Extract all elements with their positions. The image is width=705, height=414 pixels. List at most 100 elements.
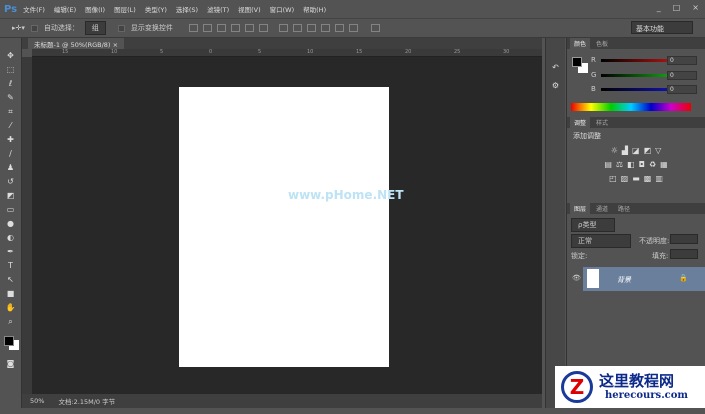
auto-align-icon[interactable] [370,24,380,32]
pen-tool-icon[interactable]: ✒ [4,246,18,258]
distribute-bottom-icon[interactable] [306,24,316,32]
menu-file[interactable]: 文件(F) [23,4,45,14]
history-brush-tool-icon[interactable]: ↺ [4,176,18,188]
menu-help[interactable]: 帮助(H) [303,4,326,14]
hue-saturation-icon[interactable]: ▤ [604,160,612,169]
quick-mask-icon[interactable]: ◙ [4,358,18,370]
visibility-eye-icon[interactable]: 👁 [572,274,581,282]
red-value[interactable]: 0 [667,56,697,65]
hand-tool-icon[interactable]: ✋ [4,302,18,314]
auto-select-checkbox[interactable] [30,24,38,32]
vibrance-icon[interactable]: ▽ [655,146,661,155]
channel-b-label: B [591,85,596,93]
color-spectrum[interactable] [571,103,691,111]
menu-window[interactable]: 窗口(W) [270,4,295,14]
fill-input[interactable] [670,249,698,259]
blur-tool-icon[interactable]: ● [4,218,18,230]
close-tab-icon[interactable]: × [113,41,118,49]
document-canvas[interactable] [179,87,389,367]
gradient-tool-icon[interactable]: ▭ [4,204,18,216]
menu-type[interactable]: 类型(Y) [145,4,167,14]
color-swatches[interactable] [0,334,21,352]
selective-color-icon[interactable]: ▥ [655,174,663,183]
properties-panel-icon[interactable]: ⚙ [549,80,563,92]
invert-icon[interactable]: ◰ [609,174,617,183]
opacity-input[interactable] [670,234,698,244]
distribute-vcenter-icon[interactable] [292,24,302,32]
dodge-tool-icon[interactable]: ◐ [4,232,18,244]
blue-value[interactable]: 0 [667,85,697,94]
tab-layers[interactable]: 图层 [570,203,591,214]
auto-select-dropdown[interactable]: 组 [84,21,106,35]
black-white-icon[interactable]: ◧ [627,160,635,169]
show-transform-checkbox[interactable] [117,24,125,32]
document-tab[interactable]: 未标题-1 @ 50%(RGB/8) × [28,38,125,49]
threshold-icon[interactable]: ▬ [632,174,640,183]
quick-select-tool-icon[interactable]: ✎ [4,92,18,104]
tab-adjustments[interactable]: 调整 [570,117,591,128]
close-button[interactable]: × [692,3,699,12]
gradient-map-icon[interactable]: ▩ [644,174,652,183]
menu-filter[interactable]: 滤镜(T) [207,4,229,14]
eyedropper-tool-icon[interactable]: ⁄ [4,120,18,132]
type-tool-icon[interactable]: T [4,260,18,272]
blend-mode-dropdown[interactable]: 正常 [571,234,631,248]
posterize-icon[interactable]: ▨ [621,174,629,183]
workspace-dropdown[interactable]: 基本功能 [631,21,693,34]
align-vcenter-icon[interactable] [202,24,212,32]
healing-brush-tool-icon[interactable]: ✚ [4,134,18,146]
menu-image[interactable]: 图像(I) [85,4,105,14]
foreground-swatch[interactable] [572,57,582,67]
distribute-left-icon[interactable] [320,24,330,32]
move-tool-icon[interactable]: ✥ [4,50,18,62]
shape-tool-icon[interactable]: ■ [4,288,18,300]
green-value[interactable]: 0 [667,71,697,80]
marquee-tool-icon[interactable]: ⬚ [4,64,18,76]
adjust-panel-tabs: 调整 样式 [567,117,705,128]
maximize-button[interactable]: □ [673,3,681,12]
menu-layer[interactable]: 图层(L) [114,4,136,14]
tab-color[interactable]: 颜色 [570,38,591,49]
align-left-icon[interactable] [230,24,240,32]
brush-tool-icon[interactable]: ∕ [4,148,18,160]
align-hcenter-icon[interactable] [244,24,254,32]
distribute-top-icon[interactable] [278,24,288,32]
color-balance-icon[interactable]: ⚖ [616,160,623,169]
photoshop-logo: Ps [4,3,18,15]
tab-swatches[interactable]: 色板 [592,38,612,49]
color-lookup-icon[interactable]: ▦ [660,160,668,169]
path-select-tool-icon[interactable]: ↖ [4,274,18,286]
layer-row-background[interactable]: 👁 背景 🔒 [567,266,705,292]
menu-select[interactable]: 选择(S) [176,4,198,14]
ruler-tick-label: 20 [405,49,412,55]
align-right-icon[interactable] [258,24,268,32]
photo-filter-icon[interactable]: ◘ [639,160,645,169]
minimize-button[interactable]: _ [657,3,661,12]
zoom-tool-icon[interactable]: ⌕ [4,316,18,328]
channel-g-label: G [591,71,597,79]
lasso-tool-icon[interactable]: ℓ [4,78,18,90]
tab-channels[interactable]: 通道 [592,203,612,214]
align-top-icon[interactable] [188,24,198,32]
zoom-level[interactable]: 50% [30,397,44,405]
layer-filter-dropdown[interactable]: ρ类型 [571,218,615,232]
ruler-tick-label: 10 [111,49,118,55]
history-panel-icon[interactable]: ↶ [549,62,563,74]
foreground-color-swatch[interactable] [4,336,14,346]
brightness-icon[interactable]: ☼ [611,146,618,155]
clone-stamp-tool-icon[interactable]: ♟ [4,162,18,174]
channel-mixer-icon[interactable]: ♻ [649,160,656,169]
curves-icon[interactable]: ◪ [632,146,640,155]
crop-tool-icon[interactable]: ⌗ [4,106,18,118]
eraser-tool-icon[interactable]: ◩ [4,190,18,202]
menu-edit[interactable]: 编辑(E) [54,4,76,14]
menu-view[interactable]: 视图(V) [238,4,261,14]
tab-styles[interactable]: 样式 [592,117,612,128]
distribute-right-icon[interactable] [348,24,358,32]
align-bottom-icon[interactable] [216,24,226,32]
tab-paths[interactable]: 路径 [614,203,634,214]
move-tool-preset-icon[interactable]: ▸✛▾ [12,24,25,32]
exposure-icon[interactable]: ◩ [644,146,652,155]
levels-icon[interactable]: ▟ [622,146,628,155]
distribute-hcenter-icon[interactable] [334,24,344,32]
